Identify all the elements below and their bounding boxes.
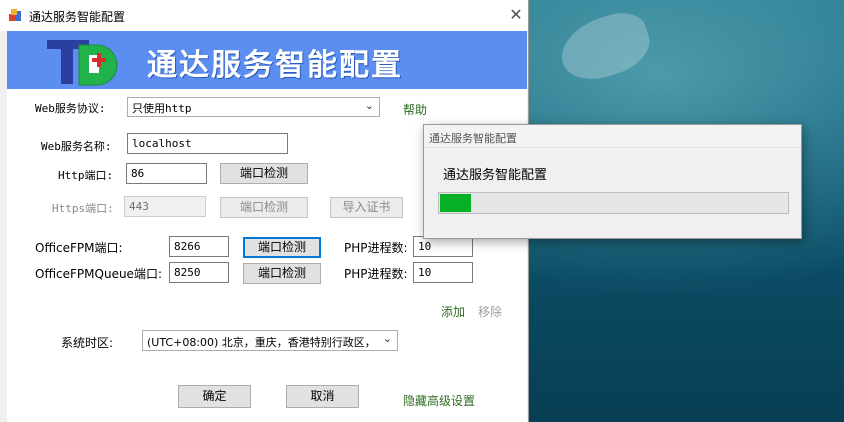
https-port-check-button[interactable]: 端口检测 <box>220 197 308 218</box>
timezone-label: 系统时区: <box>61 336 114 350</box>
https-port-label: Https端口: <box>52 202 114 215</box>
fpm-php-label: PHP进程数: <box>344 241 408 255</box>
progress-dialog-titlebar: 通达服务智能配置 <box>424 125 801 148</box>
remove-link[interactable]: 移除 <box>478 303 502 320</box>
timezone-value: (UTC+08:00) 北京，重庆，香港特别行政区， <box>147 336 376 349</box>
help-link[interactable]: 帮助 <box>403 101 427 118</box>
fpm-port-label: OfficeFPM端口: <box>35 241 123 255</box>
progress-fill <box>440 194 471 212</box>
import-cert-button[interactable]: 导入证书 <box>330 197 403 218</box>
ok-button[interactable]: 确定 <box>178 385 251 408</box>
app-icon <box>9 9 21 21</box>
desktop-wallpaper-shape <box>553 5 657 89</box>
fpm-php-input[interactable]: 10 <box>413 236 473 257</box>
protocol-label: Web服务协议: <box>35 102 106 115</box>
http-port-check-button[interactable]: 端口检测 <box>220 163 308 184</box>
fpm-port-check-button[interactable]: 端口检测 <box>243 237 321 258</box>
queue-port-check-button[interactable]: 端口检测 <box>243 263 321 284</box>
banner-title: 通达服务智能配置 <box>147 48 403 83</box>
add-link[interactable]: 添加 <box>441 303 465 320</box>
timezone-select[interactable]: (UTC+08:00) 北京，重庆，香港特别行政区， ⌄ <box>142 330 398 351</box>
service-name-input[interactable]: localhost <box>127 133 288 154</box>
window-title: 通达服务智能配置 <box>29 10 126 24</box>
queue-port-input[interactable]: 8250 <box>169 262 229 283</box>
banner: 通达服务智能配置 <box>7 31 527 89</box>
queue-php-label: PHP进程数: <box>344 267 408 281</box>
cancel-button[interactable]: 取消 <box>286 385 359 408</box>
chevron-down-icon: ⌄ <box>364 99 374 112</box>
fpm-port-input[interactable]: 8266 <box>169 236 229 257</box>
td-logo-icon <box>47 40 118 86</box>
http-port-input[interactable]: 86 <box>126 163 207 184</box>
service-name-label: Web服务名称: <box>41 140 112 153</box>
progress-bar <box>438 192 789 214</box>
https-port-input[interactable]: 443 <box>124 196 206 217</box>
progress-dialog-title: 通达服务智能配置 <box>429 132 517 145</box>
close-icon[interactable]: ✕ <box>504 4 528 26</box>
protocol-value: 只使用http <box>132 102 192 115</box>
protocol-select[interactable]: 只使用http ⌄ <box>127 97 380 117</box>
progress-message: 通达服务智能配置 <box>443 168 548 183</box>
http-port-label: Http端口: <box>58 169 114 182</box>
titlebar: 通达服务智能配置 ✕ <box>0 0 528 31</box>
progress-dialog: 通达服务智能配置 通达服务智能配置 <box>423 124 802 239</box>
queue-port-label: OfficeFPMQueue端口: <box>35 267 162 281</box>
chevron-down-icon: ⌄ <box>382 332 392 345</box>
hide-advanced-link[interactable]: 隐藏高级设置 <box>403 392 475 409</box>
queue-php-input[interactable]: 10 <box>413 262 473 283</box>
